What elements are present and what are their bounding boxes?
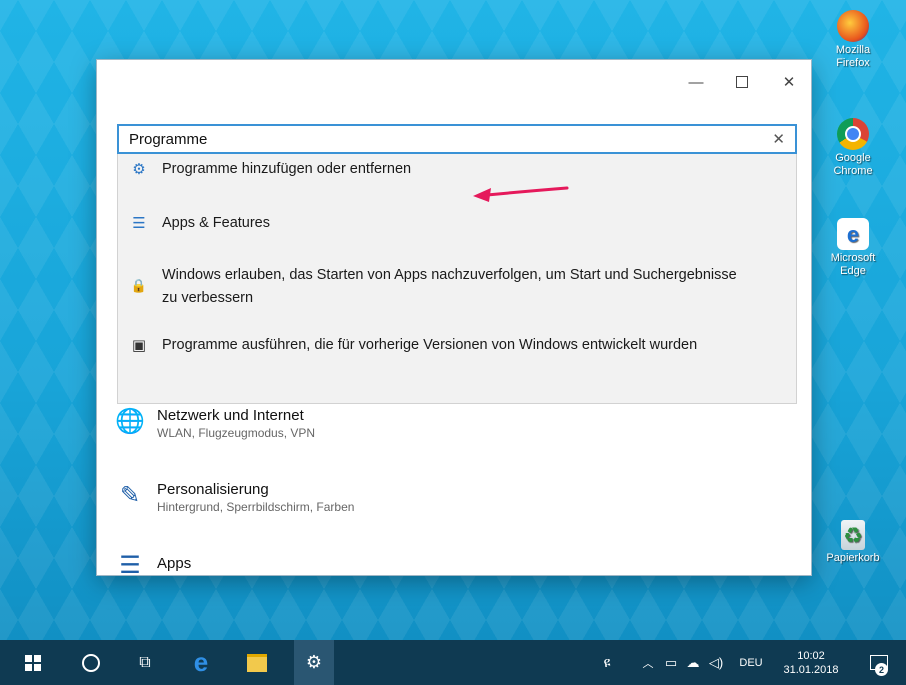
desktop-icon-label: Microsoft Edge (830, 252, 876, 277)
taskbar: ⧉ e ⚙ ዩ ︿ ▭ ☁ ◁) DEU 10:02 31.01.2018 2 (0, 640, 906, 685)
folder-icon (247, 653, 267, 672)
cortana-button[interactable] (76, 640, 106, 685)
windows-logo-icon (25, 654, 41, 671)
title-bar: — ✕ (97, 60, 811, 104)
search-input[interactable] (119, 126, 749, 152)
setting-personalization[interactable]: ✎ Personalisierung Hintergrund, Sperrbil… (115, 480, 354, 515)
settings-search-box: ✕ (117, 124, 797, 154)
clock[interactable]: 10:02 31.01.2018 (782, 640, 840, 685)
show-hidden-icons-button[interactable]: ︿ (640, 640, 656, 685)
lock-icon: 🔒 (130, 278, 148, 293)
setting-subtitle: Hintergrund, Sperrbildschirm, Farben (157, 500, 355, 514)
volume-tray-button[interactable]: ◁) (706, 640, 726, 685)
onedrive-tray-button[interactable]: ☁ (684, 640, 702, 685)
list-icon: ☰ (132, 215, 146, 232)
notification-count-badge: 2 (875, 663, 888, 676)
settings-window: — ✕ ✕ ⚙ Programme hinzufügen oder entfer… (97, 60, 811, 575)
close-button[interactable]: ✕ (774, 70, 804, 94)
action-center-button[interactable]: 2 (864, 640, 894, 685)
globe-icon: 🌐 (115, 407, 145, 435)
cortana-circle-icon (82, 653, 100, 672)
setting-title: Apps (157, 555, 192, 572)
task-view-button[interactable]: ⧉ (130, 640, 160, 685)
suggestion-item[interactable]: 🔒 Windows erlauben, das Starten von Apps… (118, 264, 796, 310)
chevron-up-icon: ︿ (642, 657, 654, 670)
suggestion-text: Apps & Features (162, 215, 270, 231)
suggestion-item[interactable]: ☰ Apps & Features (118, 212, 796, 235)
desktop-icon-recycle-bin[interactable]: ♻ Papierkorb (818, 520, 888, 565)
desktop-icon-chrome[interactable]: Google Chrome (818, 118, 888, 178)
minimize-button[interactable]: — (681, 70, 711, 94)
network-tray-button[interactable]: ▭ (662, 640, 680, 685)
clock-time: 10:02 (797, 649, 825, 662)
gear-icon: ⚙ (305, 652, 323, 672)
taskbar-edge-button[interactable]: e (186, 640, 216, 685)
setting-subtitle: WLAN, Flugzeugmodus, VPN (157, 426, 316, 440)
search-suggestions: ⚙ Programme hinzufügen oder entfernen ☰ … (117, 154, 797, 404)
edge-icon: e (837, 218, 869, 250)
chrome-icon (837, 118, 869, 150)
clock-date: 31.01.2018 (783, 663, 839, 676)
compatibility-icon: ▣ (131, 337, 147, 354)
setting-apps[interactable]: ☰ Apps (115, 550, 192, 576)
speaker-icon: ◁) (708, 654, 724, 670)
taskbar-settings-button[interactable]: ⚙ (294, 640, 334, 685)
suggestion-item[interactable]: ▣ Programme ausführen, die für vorherige… (118, 334, 796, 357)
desktop-icon-label: Google Chrome (833, 152, 873, 177)
edge-icon: e (193, 647, 209, 677)
apps-icon: ☰ (119, 551, 141, 576)
personalize-icon: ✎ (119, 481, 141, 509)
setting-title: Netzwerk und Internet (157, 407, 304, 424)
language-indicator[interactable]: DEU (734, 640, 768, 685)
suggestion-text: Windows erlauben, das Starten von Apps n… (162, 267, 737, 306)
desktop-icon-label: Papierkorb (826, 552, 880, 564)
network-icon: ▭ (664, 654, 678, 670)
people-icon: ዩ (603, 654, 611, 670)
desktop-icon-label: Mozilla Firefox (835, 44, 871, 69)
taskbar-explorer-button[interactable] (242, 640, 272, 685)
cloud-icon: ☁ (686, 654, 700, 670)
people-button[interactable]: ዩ (596, 640, 618, 685)
red-arrow-annotation (473, 186, 569, 202)
desktop-icon-firefox[interactable]: Mozilla Firefox (818, 10, 888, 70)
firefox-icon (837, 10, 869, 42)
suggestion-text: Programme hinzufügen oder entfernen (162, 161, 412, 177)
gear-icon: ⚙ (132, 161, 146, 178)
suggestion-item[interactable]: ⚙ Programme hinzufügen oder entfernen (118, 158, 796, 181)
setting-title: Personalisierung (157, 481, 269, 498)
start-button[interactable] (18, 640, 48, 685)
task-view-icon: ⧉ (139, 653, 151, 671)
recycle-bin-icon: ♻ (841, 520, 865, 550)
suggestion-text: Programme ausführen, die für vorherige V… (162, 337, 698, 353)
desktop-icon-edge[interactable]: e Microsoft Edge (818, 218, 888, 278)
clear-search-button[interactable]: ✕ (772, 130, 785, 148)
maximize-icon (736, 76, 748, 88)
setting-network[interactable]: 🌐 Netzwerk und Internet WLAN, Flugzeugmo… (115, 406, 315, 441)
maximize-button[interactable] (727, 70, 757, 94)
